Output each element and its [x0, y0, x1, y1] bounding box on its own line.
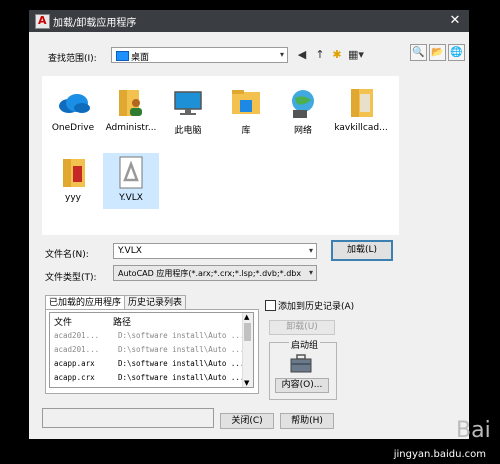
file-item-label: OneDrive [51, 123, 95, 133]
file-item-kavkillcad[interactable]: kavkillcad... [333, 86, 389, 133]
file-item-label: Administr... [105, 123, 157, 133]
table-row[interactable]: acad201... D:\software install\Auto ... [50, 343, 245, 357]
filename-label: 文件名(N): [45, 250, 89, 260]
tab-loaded-applications[interactable]: 已加载的应用程序 [45, 295, 126, 310]
dialog-body: 查找范围(I): 桌面 ▾ ◀ ↑ ✱ ▦▾ 🔍 📂 🌐 OneDrive Ad… [29, 32, 469, 439]
table-row[interactable]: acapp.arx D:\software install\Auto ... [50, 357, 245, 371]
autocad-app-icon: A [35, 14, 50, 29]
file-item-library[interactable]: 库 [218, 86, 274, 136]
file-item-label: 此电脑 [174, 126, 202, 136]
chevron-down-icon: ▾ [306, 268, 313, 277]
file-item-administrator[interactable]: Administr... [103, 86, 159, 133]
baidu-watermark-logo: Bai [456, 418, 491, 443]
back-icon[interactable]: ◀ [294, 47, 310, 63]
history-checkbox-label: 添加到历史记录(A) [278, 302, 355, 312]
list-header: 文件 路径 [50, 313, 242, 328]
find-icon[interactable]: 📂 [429, 44, 446, 61]
tools-icon[interactable]: 🌐 [448, 44, 465, 61]
file-item-label: 网络 [293, 126, 312, 136]
close-window-button[interactable]: ✕ [447, 13, 463, 29]
file-item-y-vlx[interactable]: Y.VLX [103, 153, 159, 209]
title-bar: A 加载/卸载应用程序 ✕ [29, 10, 469, 32]
filename-value: Y.VLX [118, 246, 142, 256]
chevron-down-icon: ▾ [279, 50, 284, 59]
close-button[interactable]: 关闭(C) [220, 413, 274, 429]
row-file: acad201... [54, 331, 100, 340]
row-path: D:\software install\Auto ... [118, 345, 245, 354]
row-path: D:\software install\Auto ... [118, 331, 245, 340]
file-item-onedrive[interactable]: OneDrive [45, 86, 101, 133]
file-item-label: yyy [65, 193, 81, 203]
file-item-label: 库 [241, 126, 251, 136]
help-button[interactable]: 帮助(H) [280, 413, 334, 429]
row-file: acapp.crx [54, 373, 95, 382]
scroll-up-icon[interactable]: ▲ [244, 313, 249, 321]
loaded-app-list[interactable]: 文件 路径 acad201... D:\software install\Aut… [49, 312, 254, 388]
file-item-this-pc[interactable]: 此电脑 [160, 86, 216, 136]
vertical-scrollbar[interactable]: ▲ ▼ [242, 313, 253, 387]
row-file: acad201... [54, 345, 100, 354]
window-title: 加载/卸载应用程序 [53, 18, 137, 29]
vlx-file-icon [113, 156, 149, 190]
scroll-down-icon[interactable]: ▼ [244, 379, 249, 387]
cloud-icon [55, 86, 91, 120]
file-item-label: Y.VLX [119, 193, 143, 203]
desktop-icon [116, 51, 129, 61]
filetype-select[interactable]: AutoCAD 应用程序(*.arx;*.crx;*.lsp;*.dvb;*.d… [113, 265, 317, 281]
file-list[interactable]: OneDrive Administr... 此电脑 库 网络 kavkillca… [42, 76, 399, 235]
search-web-icon[interactable]: 🔍 [410, 44, 427, 61]
status-field [42, 408, 214, 428]
briefcase-icon [290, 354, 312, 373]
lookin-combo[interactable]: 桌面 ▾ [111, 47, 288, 63]
folder-icon [55, 156, 91, 190]
lookin-label: 查找范围(I): [48, 54, 97, 64]
file-item-label: kavkillcad... [334, 123, 388, 133]
contents-button[interactable]: 内容(O)... [275, 378, 329, 393]
startup-group-title: 启动组 [289, 338, 321, 351]
load-button[interactable]: 加载(L) [331, 240, 393, 261]
table-row[interactable]: acapp.crx D:\software install\Auto ... [50, 371, 245, 385]
library-folder-icon [228, 86, 264, 120]
views-menu-icon[interactable]: ▦▾ [346, 47, 366, 63]
file-item-yyy[interactable]: yyy [45, 156, 101, 203]
up-folder-icon[interactable]: ↑ [312, 47, 328, 63]
filetype-value: AutoCAD 应用程序(*.arx;*.crx;*.lsp;*.dvb;*.d… [118, 269, 302, 278]
chevron-down-icon: ▾ [308, 246, 313, 255]
row-file: acapp.arx [54, 359, 95, 368]
column-header-file[interactable]: 文件 [54, 315, 72, 328]
lookin-value: 桌面 [131, 53, 150, 63]
filename-input[interactable]: Y.VLX ▾ [113, 243, 317, 259]
row-path: D:\software install\Auto ... [118, 373, 245, 382]
unload-button[interactable]: 卸载(U) [269, 320, 335, 335]
network-icon [285, 86, 321, 120]
user-folder-icon [113, 86, 149, 120]
computer-icon [170, 86, 206, 120]
new-folder-icon[interactable]: ✱ [329, 47, 345, 63]
tab-strip: 已加载的应用程序 历史记录列表 [45, 295, 255, 310]
history-checkbox[interactable] [265, 300, 276, 311]
file-item-network[interactable]: 网络 [275, 86, 331, 136]
tab-history-list[interactable]: 历史记录列表 [124, 295, 187, 310]
filetype-label: 文件类型(T): [45, 273, 97, 283]
column-header-path[interactable]: 路径 [113, 315, 131, 328]
folder-icon [343, 86, 379, 120]
watermark-text: jingyan.baidu.com [393, 449, 486, 460]
table-row[interactable]: acad201... D:\software install\Auto ... [50, 329, 245, 343]
scroll-thumb[interactable] [244, 323, 251, 341]
row-path: D:\software install\Auto ... [118, 359, 245, 368]
